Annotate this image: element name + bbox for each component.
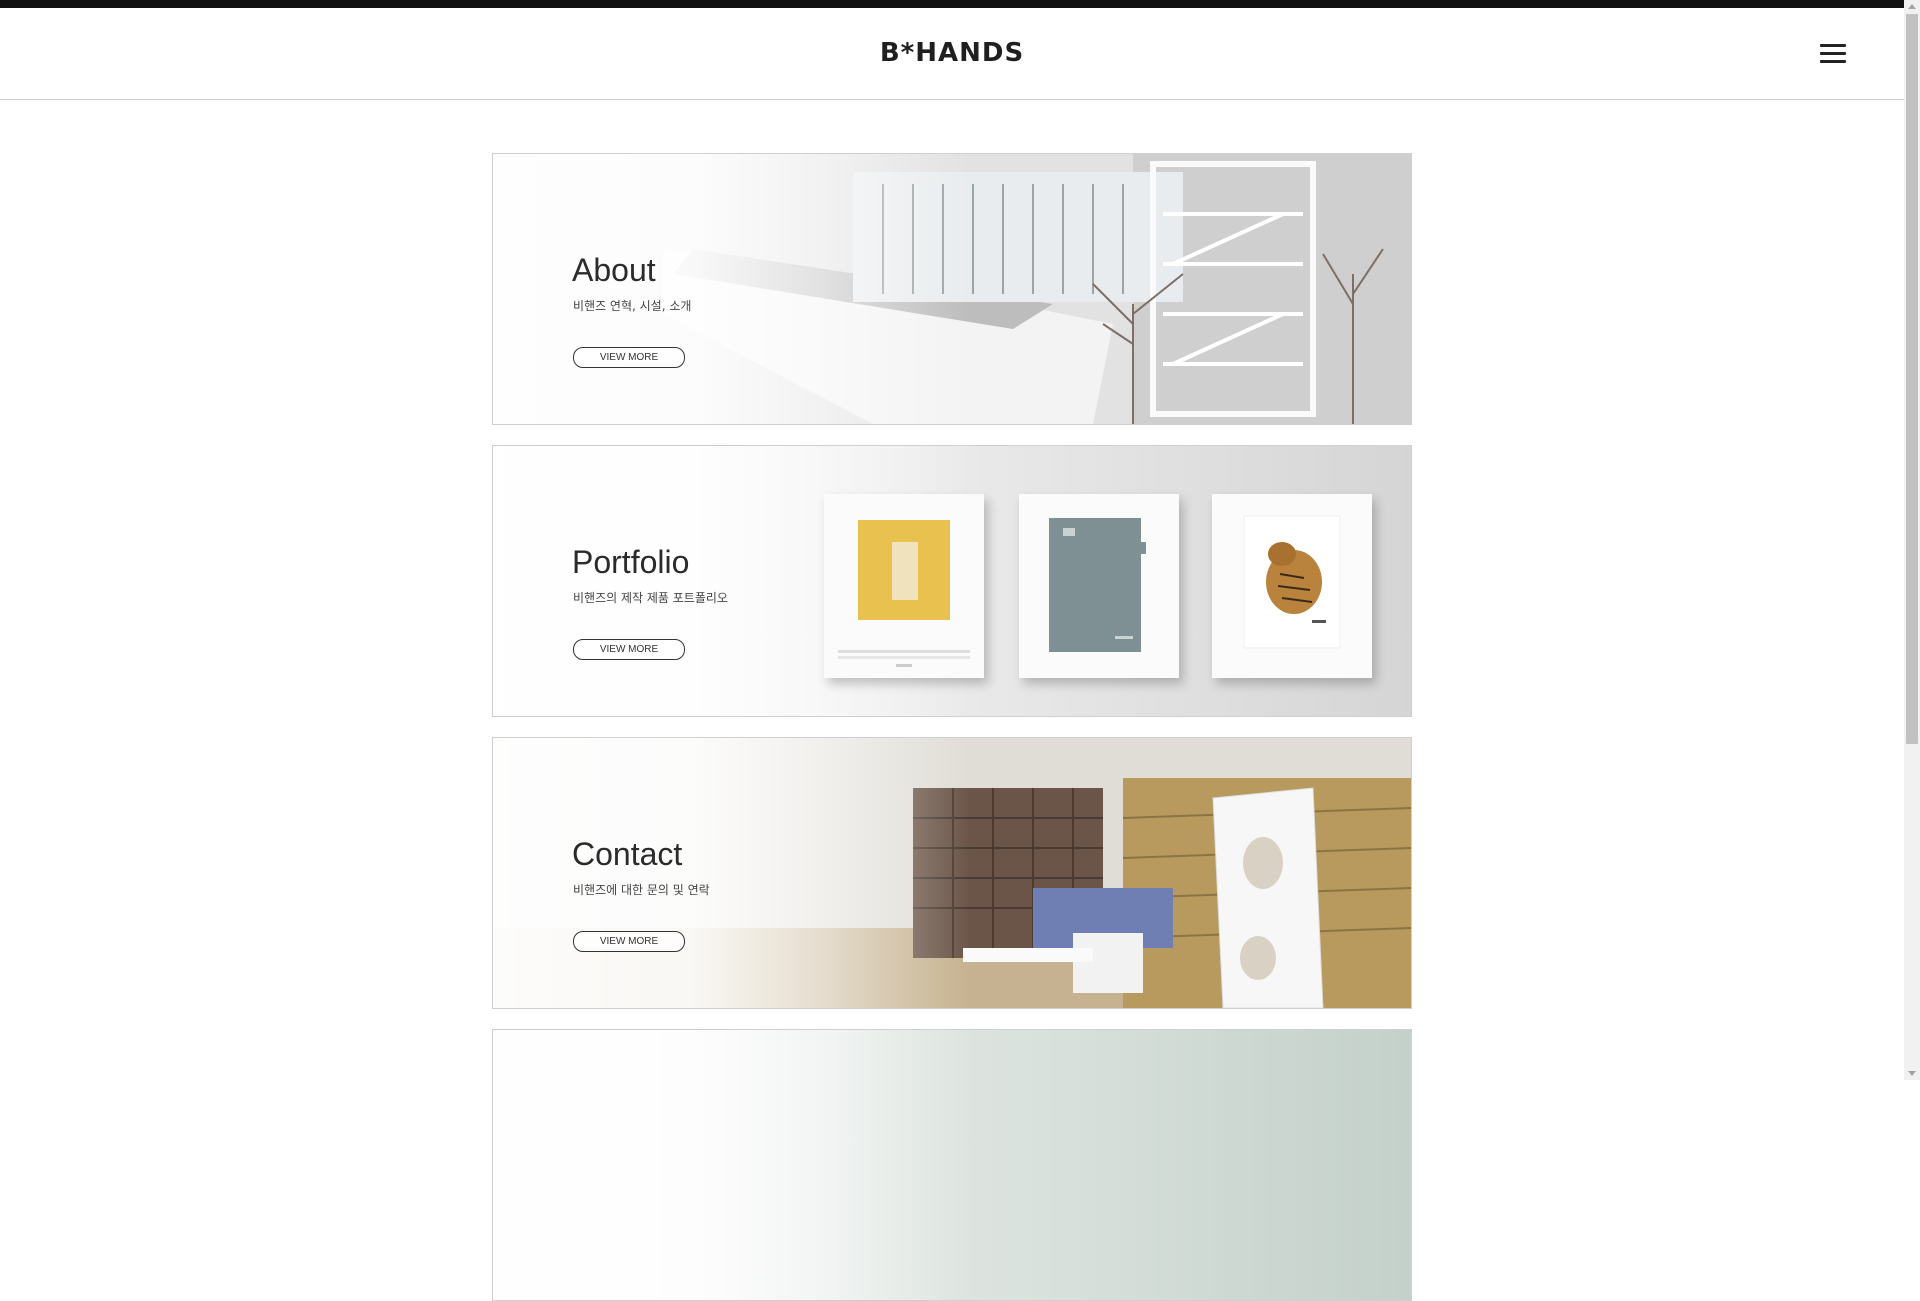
site-logo[interactable]: B*HANDS [0,38,1904,68]
scroll-down-arrow-icon[interactable] [1908,1071,1916,1076]
about-card[interactable]: About 비핸즈 연혁, 시설, 소개 VIEW MORE [492,153,1412,425]
contact-view-more-button[interactable]: VIEW MORE [573,931,685,952]
about-view-more-button[interactable]: VIEW MORE [573,347,685,368]
contact-subtitle: 비핸즈에 대한 문의 및 연락 [573,883,710,897]
about-subtitle: 비핸즈 연혁, 시설, 소개 [573,299,692,313]
portfolio-view-more-button[interactable]: VIEW MORE [573,639,685,660]
fourth-card[interactable] [492,1029,1412,1301]
tiger-art-image [1243,515,1341,649]
top-bar [0,0,1904,8]
calendar-image [838,520,970,667]
scroll-thumb[interactable] [1906,14,1918,744]
portfolio-tiger-frame [1212,494,1372,678]
contact-title: Contact [572,836,683,872]
page-scrollbar[interactable] [1904,0,1920,1080]
site-header: B*HANDS [0,8,1904,100]
menu-button[interactable] [1820,42,1848,66]
portfolio-title: Portfolio [572,544,690,580]
about-fade-overlay [493,154,1411,424]
contact-card[interactable]: Contact 비핸즈에 대한 문의 및 연락 VIEW MORE [492,737,1412,1009]
portfolio-book-frame [1019,494,1179,678]
portfolio-calendar-frame [824,494,984,678]
about-title: About [572,252,656,288]
contact-fade-overlay [493,738,1411,1008]
portfolio-subtitle: 비핸즈의 제작 제품 포트폴리오 [573,591,728,605]
scroll-up-arrow-icon[interactable] [1908,4,1916,9]
fourth-card-fade-overlay [493,1030,1411,1300]
portfolio-card[interactable]: Portfolio 비핸즈의 제작 제품 포트폴리오 VIEW MORE [492,445,1412,717]
book-image [1049,518,1146,652]
